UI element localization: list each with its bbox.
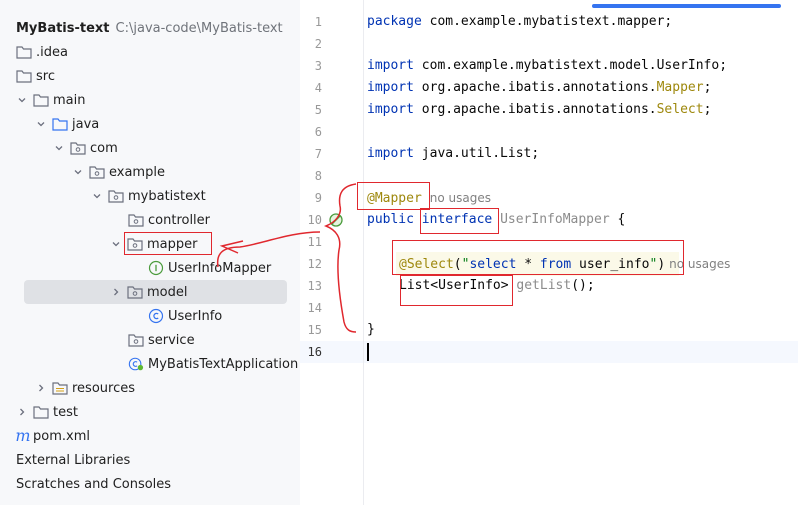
red-ink-annotations [216, 183, 357, 333]
brace-stroke [323, 183, 357, 333]
arrow-stroke [216, 231, 321, 268]
